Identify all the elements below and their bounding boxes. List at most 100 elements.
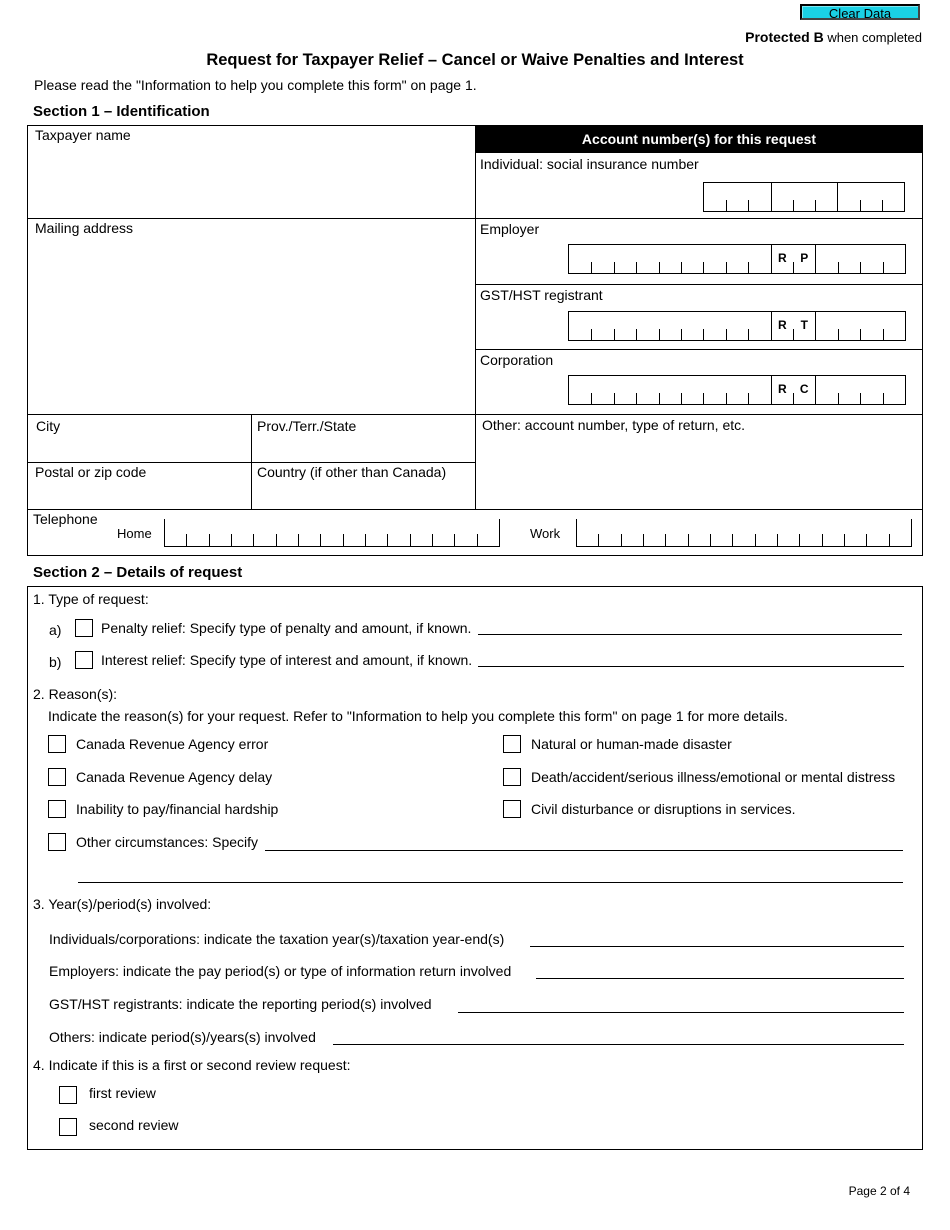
digit-cell bbox=[613, 312, 636, 340]
digit-cell bbox=[837, 376, 860, 404]
period-gst-label: GST/HST registrants: indicate the report… bbox=[49, 996, 432, 1012]
divider bbox=[475, 218, 923, 219]
digit-cell bbox=[454, 519, 476, 546]
protected-notice: Protected B when completed bbox=[745, 29, 922, 45]
period-others-label: Others: indicate period(s)/years(s) invo… bbox=[49, 1029, 316, 1045]
other-account-label: Other: account number, type of return, e… bbox=[482, 417, 746, 433]
digit-cell bbox=[476, 519, 499, 546]
second-review-checkbox[interactable] bbox=[59, 1118, 77, 1136]
digit-cell bbox=[665, 519, 687, 546]
digit-cell bbox=[748, 245, 770, 273]
first-review-checkbox[interactable] bbox=[59, 1086, 77, 1104]
digit-cell bbox=[888, 519, 911, 546]
digit-cell bbox=[860, 376, 882, 404]
period-gst-field[interactable] bbox=[458, 1012, 904, 1013]
q2-label: 2. Reason(s): bbox=[33, 686, 118, 702]
reason-death-illness-checkbox[interactable] bbox=[503, 768, 521, 786]
digit-cell bbox=[792, 183, 815, 211]
digit-cell bbox=[844, 519, 866, 546]
digit-cell bbox=[748, 183, 770, 211]
program-code-letter: R bbox=[770, 312, 793, 340]
telephone-label: Telephone bbox=[33, 511, 98, 527]
sin-field[interactable] bbox=[703, 182, 905, 212]
interest-relief-checkbox[interactable] bbox=[75, 651, 93, 669]
protected-suffix: when completed bbox=[823, 30, 922, 45]
section1-heading: Section 1 – Identification bbox=[33, 103, 210, 120]
clear-data-button[interactable]: Clear Data bbox=[800, 4, 920, 21]
mailing-address-field[interactable] bbox=[28, 238, 474, 413]
period-others-field[interactable] bbox=[333, 1044, 904, 1045]
penalty-relief-checkbox[interactable] bbox=[75, 619, 93, 637]
reason-other-field[interactable] bbox=[265, 850, 903, 851]
penalty-relief-field[interactable] bbox=[478, 634, 902, 635]
digit-cell bbox=[859, 183, 882, 211]
digit-cell bbox=[777, 519, 799, 546]
digit-cell bbox=[860, 245, 882, 273]
home-phone-field[interactable] bbox=[164, 519, 501, 547]
account-numbers-heading: Account number(s) for this request bbox=[476, 126, 922, 153]
taxpayer-name-field[interactable] bbox=[28, 145, 474, 217]
page-number: Page 2 of 4 bbox=[848, 1184, 910, 1198]
comb-end bbox=[499, 519, 501, 546]
digit-cell bbox=[860, 312, 882, 340]
period-employers-label: Employers: indicate the pay period(s) or… bbox=[49, 963, 512, 979]
interest-relief-field[interactable] bbox=[478, 666, 904, 667]
program-code-letter: R bbox=[770, 245, 793, 273]
digit-cell bbox=[815, 312, 837, 340]
reason-disaster-checkbox[interactable] bbox=[503, 735, 521, 753]
reason-inability-to-pay-checkbox[interactable] bbox=[48, 800, 66, 818]
digit-cell bbox=[703, 312, 725, 340]
digit-cell bbox=[725, 376, 748, 404]
digit-cell bbox=[681, 312, 703, 340]
digit-cell bbox=[866, 519, 888, 546]
reason-inability-to-pay-label: Inability to pay/financial hardship bbox=[76, 801, 279, 817]
reason-cra-error-checkbox[interactable] bbox=[48, 735, 66, 753]
digit-cell bbox=[681, 245, 703, 273]
period-individuals-field[interactable] bbox=[530, 946, 904, 947]
digit-cell bbox=[882, 376, 905, 404]
digit-cell bbox=[636, 376, 658, 404]
digit-cell bbox=[837, 183, 859, 211]
digit-cell bbox=[710, 519, 732, 546]
digit-cell bbox=[643, 519, 665, 546]
divider bbox=[27, 414, 923, 415]
digit-cell bbox=[658, 312, 681, 340]
reason-other-checkbox[interactable] bbox=[48, 833, 66, 851]
corporation-account-field[interactable]: RC bbox=[568, 375, 906, 405]
digit-cell bbox=[703, 376, 725, 404]
digit-cell bbox=[620, 519, 643, 546]
province-label: Prov./Terr./State bbox=[257, 418, 357, 434]
country-field[interactable] bbox=[252, 482, 474, 509]
digit-cell bbox=[882, 312, 905, 340]
digit-cell bbox=[591, 245, 613, 273]
reason-civil-disturbance-checkbox[interactable] bbox=[503, 800, 521, 818]
city-field[interactable] bbox=[28, 436, 250, 461]
postal-code-label: Postal or zip code bbox=[35, 464, 147, 480]
period-employers-field[interactable] bbox=[536, 978, 904, 979]
divider bbox=[475, 349, 923, 350]
program-code-letter: T bbox=[793, 312, 815, 340]
digit-cell bbox=[231, 519, 253, 546]
digit-cell bbox=[591, 312, 613, 340]
penalty-relief-label: Penalty relief: Specify type of penalty … bbox=[101, 620, 472, 636]
divider bbox=[475, 125, 476, 510]
reason-cra-delay-checkbox[interactable] bbox=[48, 768, 66, 786]
digit-cell bbox=[365, 519, 387, 546]
digit-cell bbox=[576, 519, 598, 546]
form-title: Request for Taxpayer Relief – Cancel or … bbox=[206, 51, 744, 69]
taxpayer-name-label: Taxpayer name bbox=[35, 127, 131, 143]
digit-cell bbox=[591, 376, 613, 404]
gst-hst-account-field[interactable]: RT bbox=[568, 311, 906, 341]
postal-code-field[interactable] bbox=[28, 482, 250, 509]
reason-other-field-line2[interactable] bbox=[78, 882, 903, 883]
protected-level: Protected B bbox=[745, 29, 824, 45]
q1a-letter: a) bbox=[49, 622, 62, 638]
digit-cell bbox=[748, 376, 770, 404]
digit-cell bbox=[821, 519, 844, 546]
other-account-field[interactable] bbox=[477, 436, 921, 508]
province-field[interactable] bbox=[252, 436, 474, 461]
work-phone-field[interactable] bbox=[576, 519, 913, 547]
digit-cell bbox=[636, 245, 658, 273]
reason-civil-disturbance-label: Civil disturbance or disruptions in serv… bbox=[531, 801, 796, 817]
employer-account-field[interactable]: RP bbox=[568, 244, 906, 274]
